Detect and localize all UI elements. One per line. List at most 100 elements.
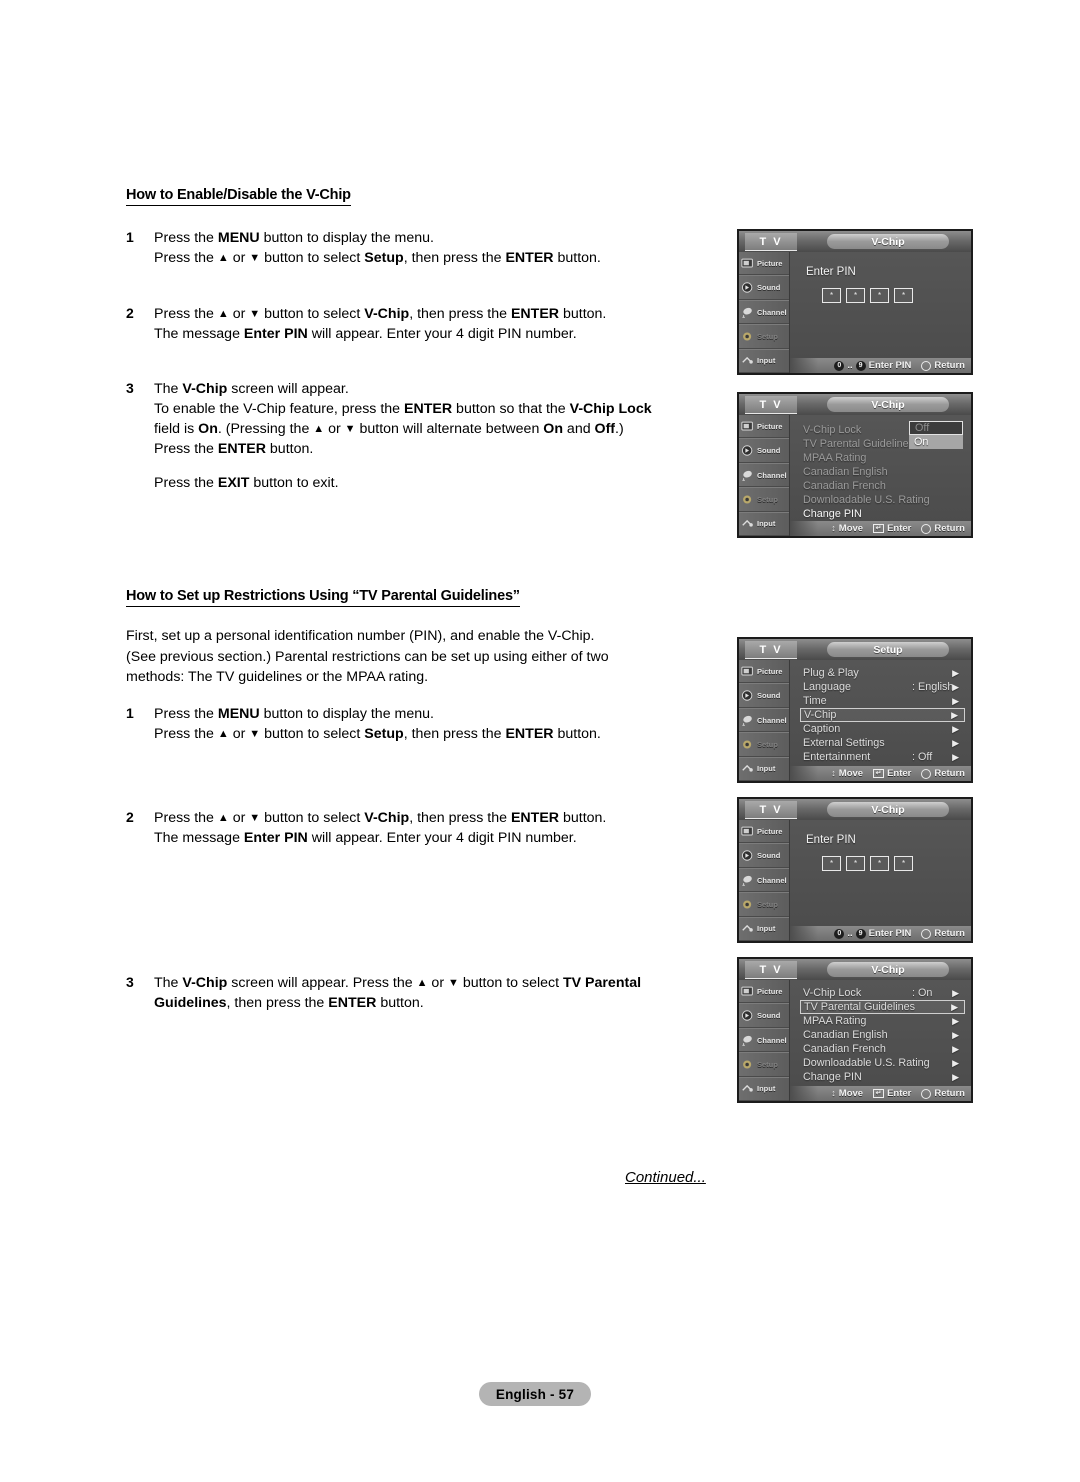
sidebar-item-sound[interactable]: Sound (739, 1003, 789, 1028)
footer-fade (790, 766, 818, 781)
menu-row[interactable]: Change PIN ▶ (800, 1070, 965, 1084)
menu-row-value: : English (912, 681, 954, 693)
hint-label: Return (934, 928, 965, 939)
hint-label: Return (934, 523, 965, 534)
hint-return: Return (921, 928, 965, 939)
menu-row[interactable]: Change PIN (800, 507, 965, 521)
pin-digit[interactable]: * (846, 288, 865, 303)
hint-enter-pin: 0.. 9 Enter PIN (834, 360, 911, 371)
pin-digit[interactable]: * (894, 856, 913, 871)
pin-digit[interactable]: * (894, 288, 913, 303)
chevron-right-icon: ▶ (952, 1015, 959, 1026)
step-number: 2 (126, 809, 134, 826)
sidebar-item-input[interactable]: Input (739, 511, 789, 536)
osd-tab-title: V-Chip (827, 234, 949, 249)
menu-row[interactable]: MPAA Rating ▶ (800, 1014, 965, 1028)
enter-icon: ↵ (873, 769, 885, 778)
sidebar-item-setup[interactable]: Setup (739, 324, 789, 349)
osd-footer-hints: ↕ Move ↵ Enter Return (790, 521, 971, 536)
menu-row[interactable]: Downloadable U.S. Rating ▶ (800, 1056, 965, 1070)
menu-row[interactable]: V-Chip Lock : On ▶ (800, 986, 965, 1000)
menu-row[interactable]: Entertainment : Off ▶ (800, 750, 965, 764)
digit-nine-icon: 9 (855, 360, 866, 371)
menu-row-label: Language (803, 681, 852, 693)
sidebar-item-input[interactable]: Input (739, 348, 789, 373)
hint-enter: ↵ Enter (873, 1088, 911, 1099)
pin-input-group[interactable]: * * * * (822, 856, 913, 871)
menu-row[interactable]: Language : English ▶ (800, 680, 965, 694)
sidebar-item-sound[interactable]: Sound (739, 683, 789, 708)
dropdown-option-off[interactable]: Off (909, 421, 963, 435)
menu-row-label: Time (803, 695, 827, 707)
pin-digit[interactable]: * (870, 856, 889, 871)
return-icon (921, 928, 932, 939)
menu-row-selected[interactable]: TV Parental Guidelines ▶ (800, 1000, 965, 1014)
menu-row[interactable]: External Settings ▶ (800, 736, 965, 750)
menu-row-label: Canadian English (803, 1029, 888, 1041)
sidebar-label: Sound (757, 691, 781, 701)
osd-screen-setup-menu: T V Setup Picture Sound Channel Setup In… (737, 637, 973, 783)
sidebar-item-input[interactable]: Input (739, 756, 789, 781)
sidebar-label: Sound (757, 1011, 781, 1021)
sidebar-item-sound[interactable]: Sound (739, 843, 789, 868)
osd-titlebar: T V V-Chip (739, 959, 971, 981)
menu-row[interactable]: Canadian English ▶ (800, 1028, 965, 1042)
setup-icon (741, 493, 755, 506)
chevron-right-icon: ▶ (952, 667, 959, 678)
menu-row-label: V-Chip (804, 709, 837, 721)
menu-row[interactable]: Plug & Play ▶ (800, 666, 965, 680)
sidebar-item-setup[interactable]: Setup (739, 487, 789, 512)
pin-digit[interactable]: * (870, 288, 889, 303)
menu-row[interactable]: Caption ▶ (800, 722, 965, 736)
menu-row[interactable]: Canadian French ▶ (800, 1042, 965, 1056)
osd-sidebar: Picture Sound Channel Setup Input (739, 660, 790, 781)
sidebar-label: Sound (757, 283, 781, 293)
menu-row-label: V-Chip Lock (803, 424, 862, 436)
vchip-lock-dropdown[interactable]: Off On (909, 421, 963, 449)
sidebar-item-picture[interactable]: Picture (739, 660, 789, 684)
sidebar-item-picture[interactable]: Picture (739, 980, 789, 1004)
menu-row[interactable]: Canadian English (800, 465, 965, 479)
dropdown-option-on[interactable]: On (909, 435, 963, 449)
sidebar-item-picture[interactable]: Picture (739, 820, 789, 844)
sidebar-item-channel[interactable]: Channel (739, 1027, 789, 1053)
sidebar-item-sound[interactable]: Sound (739, 275, 789, 300)
sidebar-item-channel[interactable]: Channel (739, 299, 789, 325)
sidebar-item-picture[interactable]: Picture (739, 415, 789, 439)
step-text: The V-Chip screen will appear. To enable… (154, 380, 652, 492)
pin-digit[interactable]: * (846, 856, 865, 871)
menu-row-value: : On (912, 987, 933, 999)
section-heading: How to Set up Restrictions Using “TV Par… (126, 588, 520, 608)
setup-icon (741, 898, 755, 911)
sidebar-label: Sound (757, 446, 781, 456)
sidebar-item-input[interactable]: Input (739, 1076, 789, 1101)
input-icon (741, 354, 755, 367)
channel-icon (741, 306, 755, 319)
picture-icon (741, 420, 755, 433)
footer-fade (790, 521, 818, 536)
sidebar-item-sound[interactable]: Sound (739, 438, 789, 463)
sidebar-item-channel[interactable]: Channel (739, 867, 789, 893)
chevron-right-icon: ▶ (951, 1001, 958, 1012)
page-number-badge: English - 57 (479, 1382, 591, 1406)
sidebar-item-picture[interactable]: Picture (739, 252, 789, 276)
sidebar-item-channel[interactable]: Channel (739, 707, 789, 733)
up-down-arrows-icon: ↕ (831, 768, 836, 778)
menu-row[interactable]: Downloadable U.S. Rating (800, 493, 965, 507)
return-icon (921, 1088, 932, 1099)
pin-input-group[interactable]: * * * * (822, 288, 913, 303)
sidebar-item-setup[interactable]: Setup (739, 892, 789, 917)
picture-icon (741, 825, 755, 838)
sidebar-item-channel[interactable]: Channel (739, 462, 789, 488)
pin-digit[interactable]: * (822, 288, 841, 303)
menu-row[interactable]: Time ▶ (800, 694, 965, 708)
sidebar-item-input[interactable]: Input (739, 916, 789, 941)
menu-row[interactable]: MPAA Rating (800, 451, 965, 465)
menu-row-selected[interactable]: V-Chip ▶ (800, 708, 965, 722)
menu-row[interactable]: Canadian French (800, 479, 965, 493)
sidebar-item-setup[interactable]: Setup (739, 732, 789, 757)
pin-digit[interactable]: * (822, 856, 841, 871)
menu-row-label: Downloadable U.S. Rating (803, 494, 930, 506)
sidebar-item-setup[interactable]: Setup (739, 1052, 789, 1077)
hint-return: Return (921, 523, 965, 534)
